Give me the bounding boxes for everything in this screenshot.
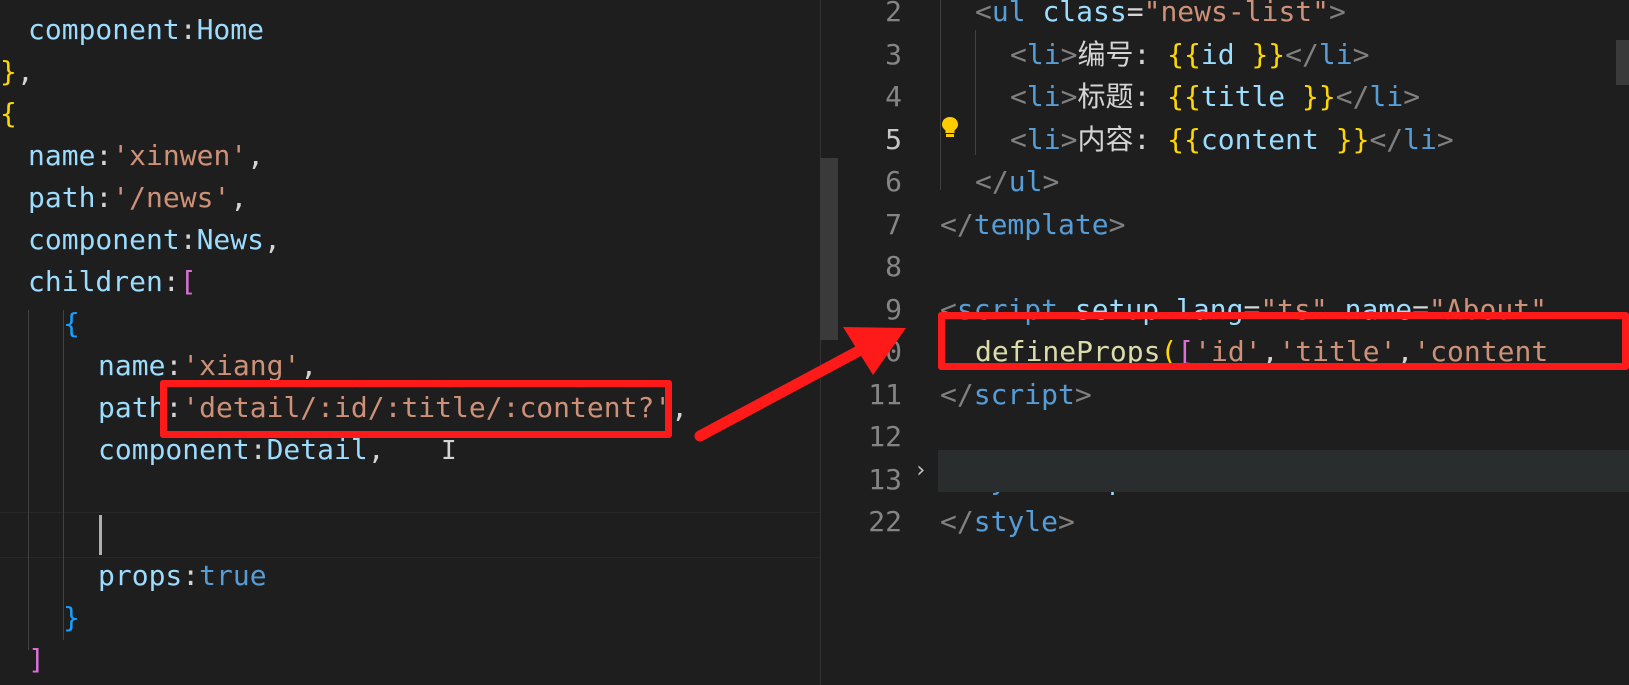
red-arrow	[694, 327, 906, 442]
